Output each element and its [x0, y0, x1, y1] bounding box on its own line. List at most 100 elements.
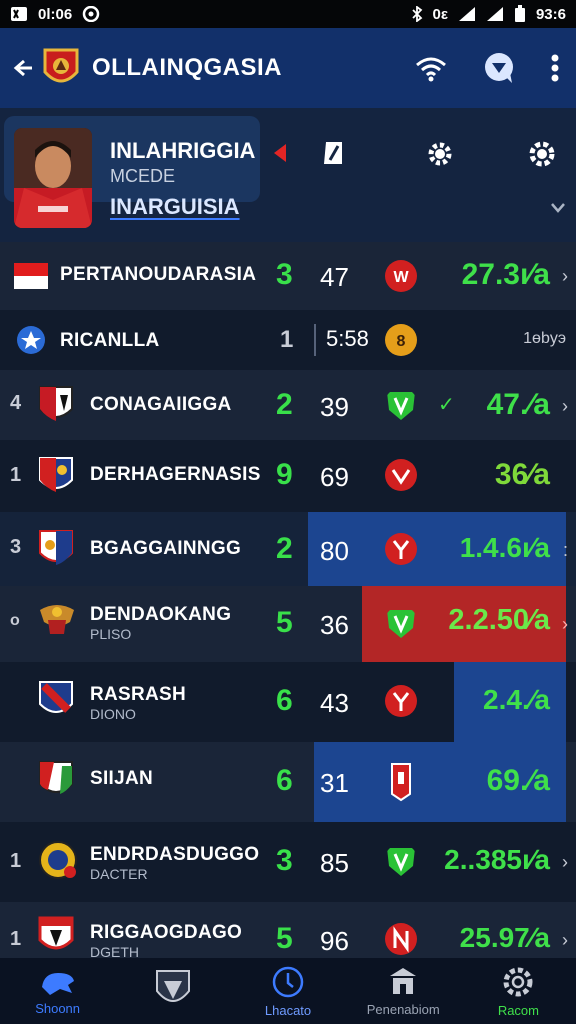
team-name: PERTANOUDARASIA — [60, 264, 257, 285]
value-text: 2.2.50∕а — [448, 604, 550, 636]
stat-primary: 3 — [276, 258, 293, 291]
star-crest-icon — [17, 326, 45, 354]
check-icon: ✓ — [438, 394, 455, 416]
value-text: 25.97∕а — [459, 922, 550, 953]
team-crest-icon — [43, 48, 79, 83]
list-item[interactable]: RICANLLA 1 5:58 8 1өbyэ — [0, 310, 576, 370]
profile-link[interactable]: INARGUISIA — [110, 194, 240, 220]
svg-text:8: 8 — [397, 333, 406, 350]
status-left-text: 0l:06 — [38, 5, 73, 23]
divider — [314, 324, 316, 356]
list-item[interactable]: 1 DERHAGERNASIS 9 69 36∕а — [0, 440, 576, 512]
app-bar-actions — [414, 51, 560, 85]
stat-primary: 5 — [276, 606, 293, 639]
stat-secondary: 80 — [320, 536, 349, 566]
team-name: DENDAOKANG — [90, 604, 232, 625]
stat-primary: 2 — [276, 388, 293, 421]
rank-number: 4 — [10, 392, 22, 414]
club-badge-icon — [387, 392, 415, 420]
status-right-text: 0ε — [432, 5, 448, 23]
more-vert-icon[interactable] — [550, 53, 560, 83]
rank-number: 1 — [10, 464, 22, 486]
profile-name: INLAHRIGGIA — [110, 138, 256, 163]
rank-number: o — [10, 612, 20, 629]
profile-subtitle: MCEDE — [110, 166, 176, 186]
play-left-icon[interactable] — [272, 142, 288, 164]
nav-item-shoonn[interactable]: Shoonn — [0, 958, 115, 1024]
club-crest-icon — [38, 916, 74, 950]
building-icon — [390, 967, 417, 994]
lion-icon — [41, 972, 74, 995]
list-item[interactable]: SIIJAN 6 31 69.∕а — [0, 742, 576, 822]
team-subtitle: DIONO — [90, 706, 136, 722]
nav-item-lhacato[interactable]: Lhacato — [230, 958, 345, 1024]
chat-icon[interactable] — [482, 51, 516, 85]
team-name: CONAGAIIGGA — [90, 394, 232, 415]
value-text: 2.4.∕а — [483, 684, 550, 715]
wifi-icon[interactable] — [414, 53, 448, 83]
gear-icon — [503, 967, 533, 996]
bottom-nav: Shoonn Lhacato Penenabiom Racom — [0, 958, 576, 1024]
edit-icon[interactable] — [322, 140, 346, 166]
status-time: 93:6 — [535, 5, 566, 23]
rank-number: 1 — [10, 928, 22, 950]
team-subtitle: PLISO — [90, 626, 132, 642]
stat-primary: 6 — [276, 684, 293, 717]
stat-primary: 2 — [276, 532, 293, 565]
signal-icon-2 — [486, 7, 503, 21]
profile-header: INLAHRIGGIA MCEDE INARGUISIA — [0, 108, 576, 242]
value-text: 1.4.6ı∕а — [459, 532, 550, 563]
value-text: 69.∕а — [486, 764, 550, 797]
list-item[interactable]: o DENDAOKANG PLISO 5 36 2.2.50∕а › — [0, 586, 576, 662]
svg-text:W: W — [393, 269, 409, 286]
list-item[interactable]: PERTANOUDARASIA 3 47 W 27.3ı∕а › — [0, 242, 576, 310]
list-item[interactable]: RASRASH DIONO 6 43 2.4.∕а — [0, 662, 576, 742]
signal-icon — [458, 7, 475, 21]
chevron-right-icon: › — [562, 930, 568, 950]
value-text: 47.∕а — [486, 388, 550, 421]
club-badge-icon — [387, 848, 415, 876]
avatar[interactable] — [14, 128, 92, 228]
stat-primary: 6 — [276, 764, 293, 797]
team-name: RICANLLA — [60, 330, 160, 351]
club-badge-icon: W — [385, 260, 417, 292]
gear-icon[interactable] — [528, 140, 556, 168]
indonesia-flag-icon — [14, 263, 48, 289]
stat-primary: 1 — [280, 326, 294, 353]
team-name: BGAGGAINNGG — [90, 538, 242, 559]
nav-item-crest[interactable] — [115, 958, 230, 1024]
player-photo — [14, 128, 92, 228]
club-crest-icon — [39, 386, 73, 421]
bluetooth-icon — [411, 6, 422, 22]
club-crest-icon — [39, 841, 77, 879]
stat-secondary: 31 — [320, 768, 349, 798]
nav-item-penenabiom[interactable]: Penenabiom — [346, 958, 461, 1024]
club-badge-icon: 8 — [385, 324, 417, 356]
rank-number: 1 — [10, 850, 22, 872]
stat-secondary: 69 — [320, 462, 349, 492]
app-notification-icon — [11, 7, 27, 21]
nav-label: Racom — [497, 1002, 539, 1018]
clock-icon — [272, 966, 304, 997]
back-arrow-icon[interactable] — [10, 56, 34, 80]
chevron-right-icon: › — [562, 852, 568, 872]
battery-icon — [514, 5, 525, 22]
stat-primary: 9 — [276, 458, 293, 491]
status-left: 0l:06 — [10, 6, 100, 23]
club-badge-icon — [387, 610, 415, 638]
value-text: 36∕а — [494, 458, 550, 491]
settings-icon[interactable] — [426, 140, 454, 168]
nav-item-racom[interactable]: Racom — [461, 958, 576, 1024]
team-name: ENDRDASDUGGO — [90, 844, 260, 865]
list-item[interactable]: 3 BGAGGAINNGG 2 80 1.4.6ı∕а : — [0, 512, 576, 586]
team-name: RIGGAOGDAGO — [90, 922, 243, 943]
club-badge-icon — [385, 923, 417, 955]
stat-secondary: 36 — [320, 610, 349, 640]
list-item[interactable]: 4 CONAGAIIGGA 2 39 ✓ 47.∕а › — [0, 370, 576, 440]
team-name: DERHAGERNASIS — [90, 464, 261, 485]
club-crest-icon — [39, 681, 73, 713]
nav-label: Lhacato — [264, 1002, 312, 1018]
shield-crest-icon — [155, 970, 190, 1002]
chevron-down-icon[interactable] — [550, 202, 566, 214]
list-item[interactable]: 1 ENDRDASDUGGO DACTER 3 85 2..385ı∕а › — [0, 822, 576, 902]
